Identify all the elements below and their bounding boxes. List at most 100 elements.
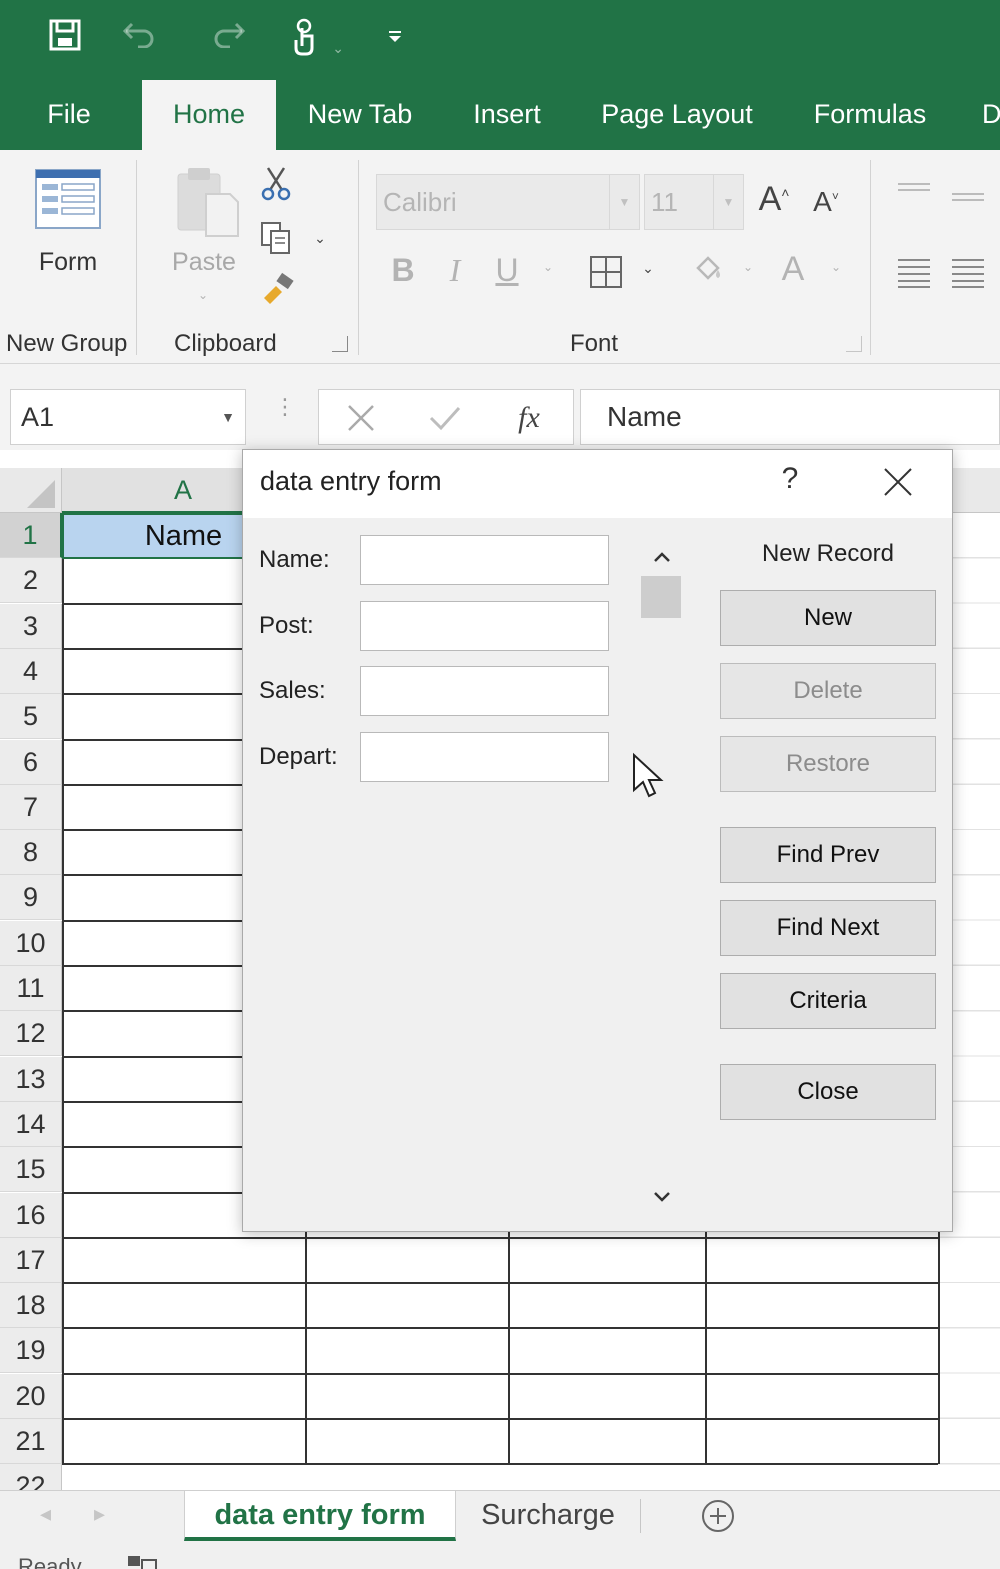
new-button[interactable]: New (720, 590, 936, 646)
bold-button[interactable]: B (386, 252, 420, 289)
row-header[interactable]: 7 (0, 784, 62, 830)
row-header[interactable]: 20 (0, 1373, 62, 1419)
name-box[interactable]: A1 ▼ (10, 389, 246, 445)
paste-dropdown-icon[interactable]: ⌄ (196, 288, 210, 302)
sales-field[interactable] (360, 666, 609, 716)
underline-dropdown-icon[interactable]: ⌄ (540, 260, 556, 274)
tab-home[interactable]: Home (142, 80, 276, 152)
row-header[interactable]: 22 (0, 1464, 62, 1490)
help-button[interactable]: ? (775, 462, 805, 502)
row-header[interactable]: 13 (0, 1056, 62, 1102)
formula-input[interactable]: Name (580, 389, 1000, 445)
tab-new-tab[interactable]: New Tab (298, 80, 422, 150)
resize-handle-icon[interactable]: ⋮ (274, 396, 296, 432)
scroll-thumb[interactable] (641, 576, 681, 618)
font-color-dropdown-icon[interactable]: ⌄ (828, 260, 844, 274)
paste-button[interactable]: Paste (162, 248, 246, 277)
row-header[interactable]: 11 (0, 966, 62, 1011)
chevron-down-icon[interactable]: ▼ (221, 390, 235, 444)
delete-button[interactable]: Delete (720, 663, 936, 719)
name-field[interactable] (360, 535, 609, 585)
decrease-font-size-icon[interactable]: A˅ (808, 186, 844, 218)
form-button[interactable]: Form (20, 248, 116, 277)
insert-function-icon[interactable]: fx (509, 396, 549, 440)
sheet-tab-data-entry-form[interactable]: data entry form (184, 1491, 456, 1541)
font-name-combo[interactable]: Calibri ▼ (376, 174, 640, 230)
form-icon[interactable] (34, 168, 102, 230)
depart-field[interactable] (360, 732, 609, 782)
record-scrollbar[interactable] (641, 546, 683, 1216)
tab-page-layout[interactable]: Page Layout (592, 80, 762, 150)
clipboard-launcher-icon[interactable] (332, 336, 348, 352)
borders-dropdown-icon[interactable]: ⌄ (640, 260, 656, 277)
group-separator (870, 160, 871, 355)
criteria-button[interactable]: Criteria (720, 973, 936, 1029)
middle-align-icon[interactable] (950, 188, 986, 208)
row-header[interactable]: 18 (0, 1283, 62, 1329)
save-icon[interactable] (44, 18, 86, 60)
top-align-icon[interactable] (896, 180, 932, 200)
customize-qat-icon[interactable] (380, 18, 410, 60)
group-separator (136, 160, 137, 355)
undo-icon[interactable] (108, 18, 172, 60)
row-header[interactable]: 8 (0, 830, 62, 876)
align-left-icon[interactable] (896, 254, 932, 290)
chevron-down-icon[interactable]: ▼ (713, 175, 743, 229)
row-header[interactable]: 16 (0, 1192, 62, 1238)
cut-icon[interactable] (258, 166, 294, 202)
row-header[interactable]: 2 (0, 558, 62, 604)
chevron-up-icon[interactable] (651, 546, 673, 568)
row-header[interactable]: 19 (0, 1328, 62, 1374)
row-header[interactable]: 10 (0, 920, 62, 966)
enter-check-icon[interactable] (427, 400, 463, 436)
chevron-down-icon[interactable] (651, 1186, 673, 1208)
next-sheet-icon[interactable]: ▸ (94, 1501, 114, 1527)
font-color-button[interactable]: A (776, 250, 810, 289)
copy-icon[interactable] (258, 220, 294, 256)
post-field[interactable] (360, 601, 609, 651)
chevron-down-icon[interactable]: ▼ (609, 175, 639, 229)
sheet-tab-surcharge[interactable]: Surcharge (462, 1491, 634, 1541)
fill-color-icon[interactable] (690, 252, 726, 288)
borders-icon[interactable] (588, 254, 624, 290)
row-header[interactable]: 21 (0, 1419, 62, 1464)
row-header[interactable]: 4 (0, 648, 62, 694)
find-prev-button[interactable]: Find Prev (720, 827, 936, 883)
row-header[interactable]: 3 (0, 603, 62, 649)
row-border (62, 1236, 938, 1239)
row-header[interactable]: 17 (0, 1237, 62, 1283)
format-painter-icon[interactable] (258, 272, 296, 308)
close-icon[interactable] (880, 464, 916, 500)
row-header[interactable]: 15 (0, 1147, 62, 1193)
row-header[interactable]: 5 (0, 694, 62, 740)
font-launcher-icon[interactable] (846, 336, 862, 352)
tab-insert[interactable]: Insert (462, 80, 552, 150)
underline-button[interactable]: U (490, 252, 524, 289)
prev-sheet-icon[interactable]: ◂ (40, 1501, 60, 1527)
fill-color-dropdown-icon[interactable]: ⌄ (740, 260, 756, 274)
new-group-label: New Group (6, 330, 128, 357)
restore-button[interactable]: Restore (720, 736, 936, 792)
redo-icon[interactable] (196, 18, 260, 60)
close-button[interactable]: Close (720, 1064, 936, 1120)
row-header[interactable]: 1 (0, 513, 62, 558)
row-header[interactable]: 6 (0, 739, 62, 785)
find-next-button[interactable]: Find Next (720, 900, 936, 956)
macro-record-icon[interactable] (126, 1552, 158, 1569)
row-header[interactable]: 14 (0, 1101, 62, 1147)
row-header[interactable]: 12 (0, 1011, 62, 1057)
copy-dropdown-icon[interactable]: ⌄ (312, 230, 328, 247)
align-center-icon[interactable] (950, 254, 986, 290)
row-header[interactable]: 9 (0, 875, 62, 921)
add-sheet-icon[interactable] (700, 1498, 736, 1534)
font-size-combo[interactable]: 11 ▼ (644, 174, 744, 230)
touch-mode-icon[interactable]: ⌄ (282, 18, 352, 60)
italic-button[interactable]: I (438, 252, 472, 289)
paste-icon[interactable] (172, 164, 242, 240)
tab-formulas[interactable]: Formulas (804, 80, 936, 150)
tab-data[interactable]: D (980, 80, 1000, 150)
select-all-button[interactable] (0, 468, 62, 513)
cancel-icon[interactable] (343, 400, 379, 436)
increase-font-size-icon[interactable]: A˄ (756, 180, 792, 219)
tab-file[interactable]: File (40, 80, 98, 150)
